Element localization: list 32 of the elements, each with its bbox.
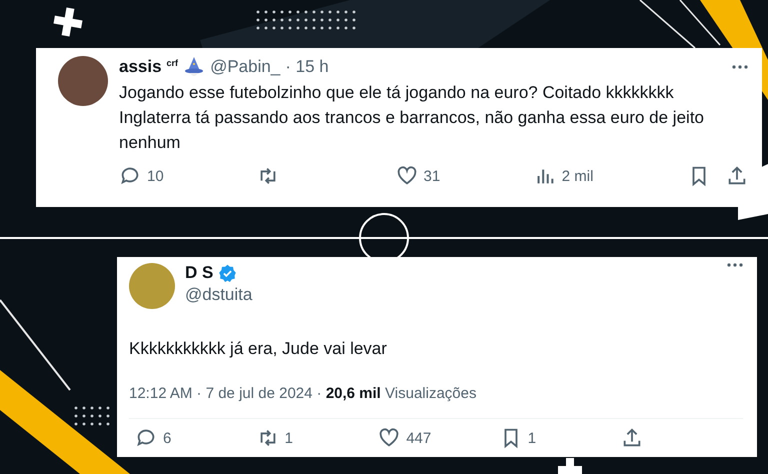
- share-button[interactable]: [726, 165, 748, 187]
- more-options-icon[interactable]: [732, 65, 748, 69]
- plus-shape: [54, 8, 82, 36]
- user-handle[interactable]: @dstuita: [185, 285, 252, 305]
- views-label: Visualizações: [385, 385, 476, 402]
- repost-button[interactable]: 1: [256, 427, 378, 449]
- display-name[interactable]: assis: [119, 57, 162, 77]
- wizard-emoji-icon: [183, 56, 206, 78]
- post-time: · 15 h: [285, 57, 329, 77]
- heart-icon: [396, 165, 418, 187]
- heart-icon: [378, 427, 400, 449]
- speech-bubble-icon: [135, 427, 157, 449]
- views-button[interactable]: 2 mil: [534, 165, 672, 187]
- dot-grid: [74, 406, 110, 426]
- reply-button[interactable]: 6: [135, 427, 257, 449]
- like-button[interactable]: 31: [396, 165, 534, 187]
- share-icon: [726, 165, 748, 187]
- speech-bubble-icon: [119, 165, 141, 187]
- post-timestamp: 12:12 AM · 7 de jul de 2024 ·: [129, 385, 322, 402]
- user-handle[interactable]: @Pabin_: [210, 57, 280, 77]
- reply-button[interactable]: 10: [119, 165, 258, 187]
- like-button[interactable]: 447: [378, 427, 500, 449]
- display-name[interactable]: D S: [185, 263, 214, 283]
- view-count: 20,6 mil: [326, 385, 381, 402]
- more-options-icon[interactable]: [727, 263, 743, 267]
- bookmark-button[interactable]: 1: [500, 427, 622, 449]
- name-tag: crf: [166, 58, 178, 68]
- avatar: [58, 56, 108, 106]
- avatar: [129, 263, 175, 309]
- share-icon: [621, 427, 644, 449]
- tweet-text: Jogando esse futebolzinho que ele tá jogando na euro? Coitado kkkkkkkk Inglaterra tá passando aos trancos e barrancos, não ganha essa euro de jeito nenhum: [119, 82, 705, 154]
- tweet-text: Kkkkkkkkkkk já era, Jude vai levar: [129, 339, 388, 359]
